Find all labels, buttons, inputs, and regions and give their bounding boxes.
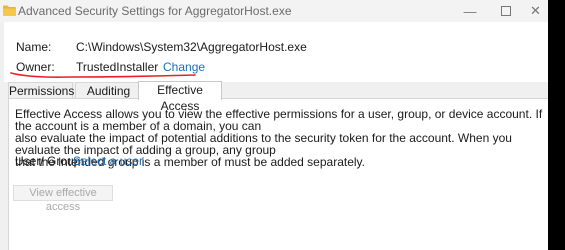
name-label: Name: [16, 40, 52, 54]
tab-effective-access[interactable]: Effective Access [138, 81, 222, 113]
red-annotation-underline [10, 72, 196, 78]
title-bar[interactable]: Advanced Security Settings for Aggregato… [0, 0, 548, 22]
folder-icon [3, 5, 16, 16]
minimize-button[interactable]: — [452, 0, 488, 22]
maximize-button[interactable] [488, 0, 524, 22]
tab-auditing[interactable]: Auditing [75, 82, 142, 99]
view-effective-access-button[interactable]: View effective access [13, 185, 113, 213]
tab-permissions[interactable]: Permissions [8, 82, 74, 99]
description-line: also evaluate the impact of potential ad… [15, 131, 512, 157]
maximize-icon [501, 6, 511, 16]
close-icon: ✕ [530, 3, 541, 18]
select-user-link[interactable]: Select a user [73, 154, 143, 168]
window-title: Advanced Security Settings for Aggregato… [18, 4, 292, 18]
close-button[interactable]: ✕ [523, 0, 548, 22]
minimize-icon: — [463, 3, 477, 19]
object-info-panel: Name: C:\Windows\System32\AggregatorHost… [4, 22, 548, 82]
effective-access-panel: Effective Access allows you to view the … [8, 98, 548, 250]
advanced-security-settings-window: Advanced Security Settings for Aggregato… [0, 0, 548, 250]
name-value: C:\Windows\System32\AggregatorHost.exe [76, 40, 307, 54]
description-line: Effective Access allows you to view the … [15, 107, 543, 133]
